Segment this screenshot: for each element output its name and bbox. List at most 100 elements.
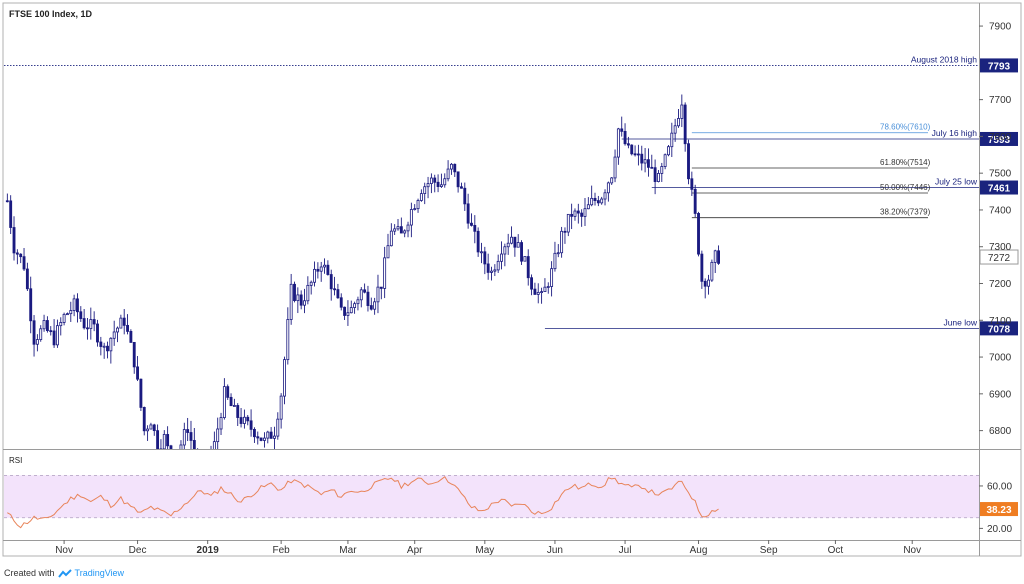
candle-body	[259, 437, 263, 441]
candle-body	[109, 337, 113, 352]
candle-body	[32, 320, 36, 345]
price-tick-label: 7200	[989, 279, 1012, 290]
candle-body	[690, 178, 694, 190]
last-price-text: 7272	[988, 253, 1011, 264]
level-badge-text: 7461	[988, 184, 1011, 195]
candle-body	[530, 277, 534, 290]
candle-body	[249, 420, 253, 430]
candle-body	[286, 319, 290, 361]
candle-body	[203, 467, 205, 468]
levels-layer: August 2018 high7793July 16 high7593July…	[4, 54, 1019, 336]
candle-body	[119, 317, 123, 329]
candle-body	[316, 268, 320, 272]
candle-body	[69, 310, 73, 315]
candle-body	[126, 324, 129, 332]
price-tick-label: 7400	[989, 205, 1012, 216]
candle-body	[526, 256, 530, 279]
candle-body	[429, 177, 433, 184]
candle-body	[640, 153, 644, 164]
candle-body	[356, 299, 360, 305]
candle-body	[697, 213, 700, 255]
level-label: July 25 low	[935, 177, 978, 187]
candle-body	[219, 417, 223, 430]
candle-body	[236, 405, 240, 418]
rsi-tick-label: 20.00	[987, 524, 1012, 535]
candle-body	[55, 325, 59, 346]
candle-body	[657, 173, 660, 182]
candle-body	[177, 456, 179, 463]
candle-body	[200, 467, 202, 469]
candle-body	[643, 159, 647, 164]
candle-body	[630, 144, 634, 155]
candle-body	[650, 166, 654, 169]
candle-body	[197, 455, 199, 469]
candle-body	[132, 341, 136, 368]
level-badge-text: 7793	[988, 61, 1011, 72]
candle-body	[186, 429, 190, 433]
candle-body	[303, 300, 306, 306]
candle-body	[580, 212, 584, 217]
candle-body	[376, 286, 380, 303]
candle-body	[606, 182, 610, 194]
time-tick-label: Jul	[619, 545, 632, 556]
candle-body	[296, 294, 300, 302]
candle-body	[169, 445, 173, 449]
candle-body	[66, 313, 69, 316]
candle-body	[212, 441, 216, 449]
candle-body	[162, 434, 166, 449]
price-tick-label: 6900	[989, 389, 1012, 400]
price-tick-label: 6800	[989, 426, 1012, 437]
candle-body	[369, 305, 373, 310]
candle-body	[583, 208, 587, 217]
candle-body	[610, 177, 614, 184]
candle-body	[346, 312, 350, 316]
price-tick-label: 7500	[989, 169, 1012, 180]
candle-body	[313, 268, 316, 283]
candle-body	[683, 104, 687, 145]
candle-body	[453, 163, 457, 173]
candle-body	[76, 298, 79, 313]
candle-body	[550, 268, 554, 287]
candle-body	[19, 253, 23, 258]
candle-body	[309, 281, 313, 286]
fib-label: 78.60%(7610)	[880, 123, 931, 132]
candle-body	[82, 318, 86, 329]
candle-body	[646, 159, 650, 168]
candle-body	[86, 327, 89, 330]
candle-body	[336, 289, 340, 299]
candle-body	[39, 328, 43, 340]
time-tick-label: Aug	[690, 545, 708, 556]
candle-body	[426, 183, 430, 188]
candle-body	[653, 167, 657, 182]
candle-body	[323, 264, 326, 268]
candle-body	[273, 435, 276, 439]
level-label: June low	[943, 317, 977, 327]
candle-body	[523, 256, 527, 262]
candle-body	[670, 132, 674, 148]
candle-body	[540, 291, 544, 294]
candle-body	[546, 286, 550, 288]
candle-body	[353, 303, 357, 308]
candle-body	[366, 291, 370, 306]
candle-body	[566, 213, 570, 233]
candle-body	[266, 431, 270, 439]
candle-body	[139, 378, 143, 408]
candle-body	[5, 200, 9, 203]
candle-body	[677, 118, 680, 127]
candle-body	[560, 230, 564, 254]
candle-body	[556, 252, 560, 255]
candle-body	[463, 187, 467, 205]
candle-body	[573, 210, 577, 217]
footer-brand[interactable]: TradingView	[75, 568, 125, 578]
chart-svg: August 2018 high7793July 16 high7593July…	[2, 2, 1022, 557]
candle-body	[396, 226, 400, 230]
price-tick-label: 7000	[989, 353, 1012, 364]
candle-body	[263, 437, 266, 441]
candle-body	[62, 313, 66, 323]
candle-body	[419, 193, 423, 201]
rsi-tick-label: 60.00	[987, 481, 1012, 492]
time-tick-label: Apr	[407, 545, 423, 556]
candle-body	[182, 429, 186, 446]
candle-body	[12, 227, 16, 254]
candle-body	[242, 416, 246, 424]
